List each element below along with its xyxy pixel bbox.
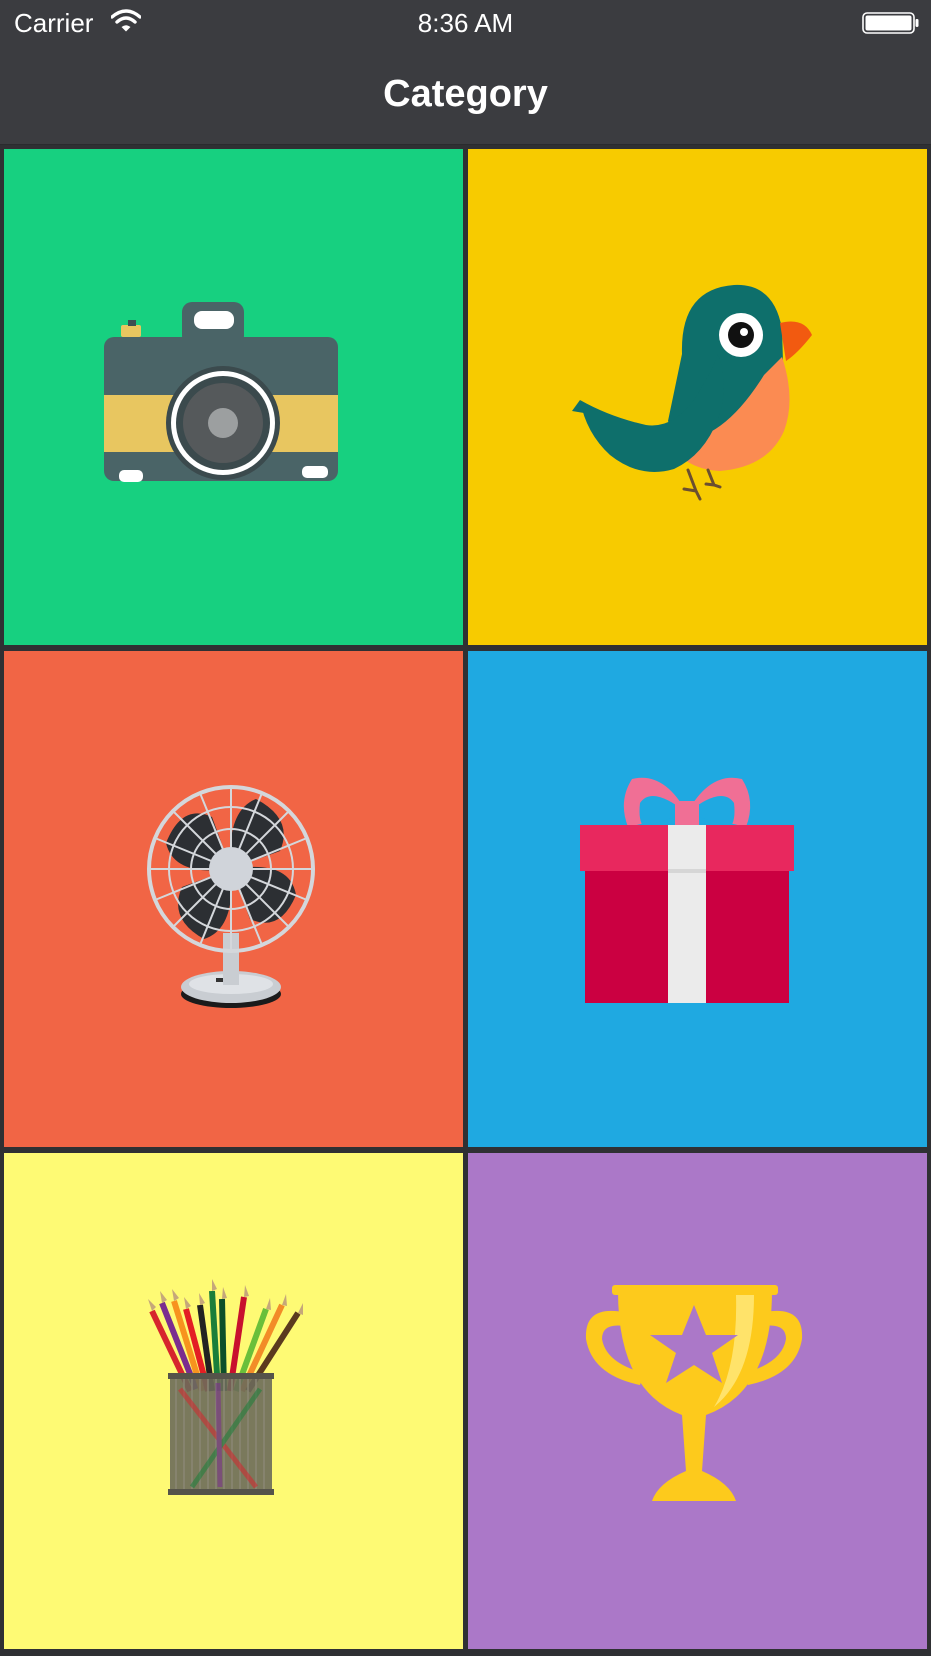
category-tile-gift[interactable] — [468, 651, 927, 1147]
status-bar: Carrier 8:36 AM — [0, 0, 931, 46]
category-tile-camera[interactable] — [4, 149, 463, 645]
category-tile-bird[interactable] — [468, 149, 927, 645]
app-screen: Carrier 8:36 AM Category — [0, 0, 931, 1656]
navigation-bar: Category — [0, 46, 931, 145]
gift-icon — [580, 777, 794, 1003]
battery-icon — [862, 12, 919, 34]
category-tile-trophy[interactable] — [468, 1153, 927, 1649]
status-time: 8:36 AM — [417, 8, 514, 38]
camera-icon — [104, 302, 338, 482]
category-tile-fan[interactable] — [4, 651, 463, 1147]
category-tile-pencils[interactable] — [4, 1153, 463, 1649]
fan-icon — [147, 785, 315, 1008]
pencil-cup-icon — [148, 1279, 303, 1495]
page-title: Category — [383, 73, 548, 115]
bird-icon — [572, 284, 812, 501]
trophy-icon — [585, 1285, 803, 1501]
category-grid — [4, 149, 928, 1649]
